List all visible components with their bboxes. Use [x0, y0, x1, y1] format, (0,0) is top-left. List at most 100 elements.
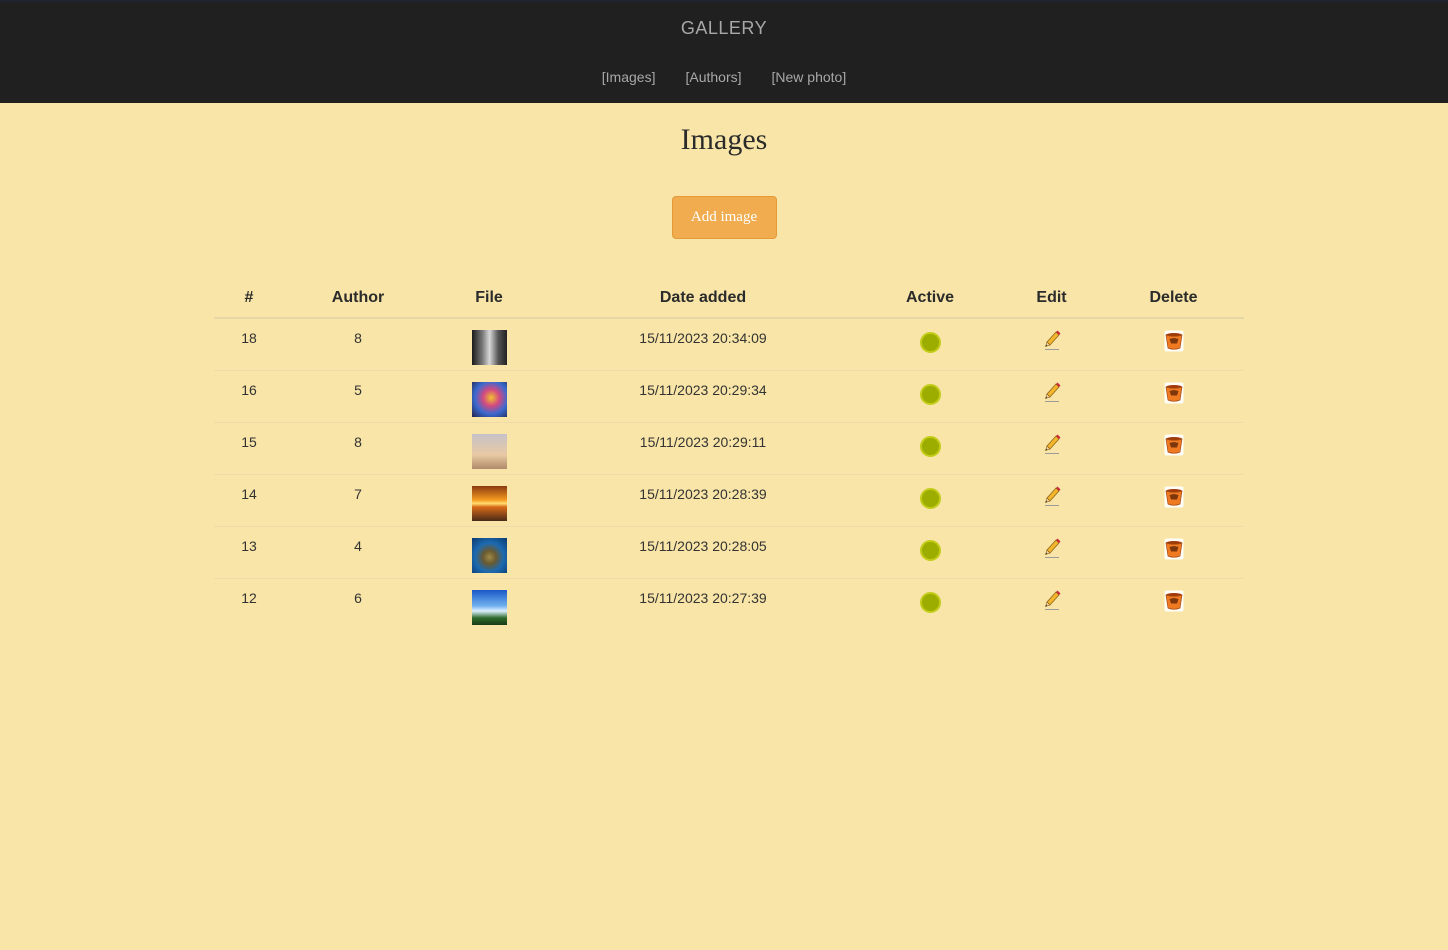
- table-row: 12 6 15/11/2023 20:27:39: [214, 578, 1244, 630]
- image-thumbnail[interactable]: [471, 537, 507, 573]
- pencil-icon: [1044, 382, 1060, 402]
- active-status-icon[interactable]: [919, 383, 941, 405]
- delete-button[interactable]: [1164, 590, 1184, 612]
- trash-icon: [1164, 330, 1183, 352]
- add-image-button[interactable]: Add image: [671, 196, 777, 239]
- cell-author: 4: [284, 526, 432, 579]
- pencil-icon: [1044, 434, 1060, 454]
- cell-author: 6: [354, 589, 362, 606]
- active-status-icon[interactable]: [919, 539, 941, 561]
- cell-author: 8: [284, 318, 432, 371]
- edit-button[interactable]: [1042, 434, 1062, 456]
- cell-date-added: 15/11/2023 20:28:39: [546, 474, 860, 527]
- cell-date-added: 15/11/2023 20:27:39: [639, 589, 767, 606]
- cell-file: [432, 526, 546, 579]
- nav-link-new-photo[interactable]: [New photo]: [772, 69, 847, 85]
- active-status-icon[interactable]: [919, 435, 941, 457]
- header-active: Active: [860, 278, 1000, 319]
- cell-edit: [1000, 318, 1103, 371]
- nav-link-authors[interactable]: [Authors]: [685, 69, 741, 85]
- active-status-icon[interactable]: [919, 591, 941, 613]
- cell-delete: [1103, 422, 1244, 475]
- nav-link-images[interactable]: [Images]: [602, 69, 656, 85]
- edit-button[interactable]: [1042, 382, 1062, 404]
- cell-author: 5: [284, 370, 432, 423]
- cell-file: [432, 422, 546, 475]
- active-status-icon[interactable]: [919, 487, 941, 509]
- header-edit: Edit: [1000, 278, 1103, 319]
- cell-active: [860, 578, 1000, 630]
- cell-edit: [1000, 526, 1103, 579]
- header-id: #: [214, 278, 284, 319]
- page-title: Images: [680, 123, 768, 156]
- cell-edit: [1000, 370, 1103, 423]
- trash-icon: [1164, 434, 1183, 455]
- cell-date-added: 15/11/2023 20:29:34: [546, 370, 860, 423]
- cell-date-added: 15/11/2023 20:29:11: [546, 422, 860, 475]
- cell-edit: [1000, 578, 1103, 630]
- image-thumbnail[interactable]: [471, 433, 507, 469]
- cell-author: 7: [284, 474, 432, 527]
- cell-delete: [1103, 578, 1244, 630]
- image-thumbnail[interactable]: [471, 589, 507, 625]
- header-file: File: [432, 278, 546, 319]
- table-row: 18 8 15/11/2023 20:34:09: [214, 318, 1244, 371]
- pencil-icon: [1044, 486, 1060, 506]
- table-row: 16 5 15/11/2023 20:29:34: [214, 370, 1244, 423]
- delete-button[interactable]: [1164, 538, 1184, 560]
- cell-id: 18: [214, 318, 284, 371]
- cell-delete: [1103, 474, 1244, 527]
- header-delete: Delete: [1103, 278, 1244, 319]
- pencil-icon: [1044, 590, 1060, 610]
- cell-active: [860, 370, 1000, 423]
- table-header-row: # Author File Date added Active Edit Del…: [214, 278, 1244, 319]
- cell-delete: [1103, 318, 1244, 371]
- delete-button[interactable]: [1164, 434, 1184, 456]
- cell-id: 12: [241, 589, 257, 606]
- top-navbar: GALLERY [Images] [Authors] [New photo]: [0, 0, 1448, 103]
- trash-icon: [1164, 486, 1183, 507]
- trash-icon: [1164, 538, 1183, 559]
- edit-button[interactable]: [1042, 538, 1062, 560]
- pencil-icon: [1044, 330, 1060, 350]
- cell-file: [432, 578, 546, 630]
- cell-edit: [1000, 474, 1103, 527]
- cell-id: 16: [214, 370, 284, 423]
- images-table: # Author File Date added Active Edit Del…: [214, 278, 1244, 630]
- edit-button[interactable]: [1042, 590, 1062, 612]
- image-thumbnail[interactable]: [471, 485, 507, 521]
- cell-active: [860, 526, 1000, 579]
- cell-delete: [1103, 526, 1244, 579]
- cell-date-added: 15/11/2023 20:34:09: [546, 318, 860, 371]
- trash-icon: [1164, 590, 1183, 611]
- cell-date-added: 15/11/2023 20:28:05: [546, 526, 860, 579]
- cell-id: 15: [214, 422, 284, 475]
- cell-active: [860, 422, 1000, 475]
- cell-author: 8: [284, 422, 432, 475]
- delete-button[interactable]: [1164, 382, 1184, 404]
- brand-title: GALLERY: [680, 18, 768, 38]
- cell-file: [432, 370, 546, 423]
- table-row: 13 4 15/11/2023 20:28:05: [214, 526, 1244, 579]
- cell-file: [432, 474, 546, 527]
- table-row: 14 7 15/11/2023 20:28:39: [214, 474, 1244, 527]
- cell-active: [860, 318, 1000, 371]
- image-thumbnail[interactable]: [471, 330, 507, 365]
- edit-button[interactable]: [1042, 330, 1062, 352]
- table-row: 15 8 15/11/2023 20:29:11: [214, 422, 1244, 475]
- cell-file: [432, 318, 546, 371]
- cell-delete: [1103, 370, 1244, 423]
- image-thumbnail[interactable]: [471, 381, 507, 417]
- pencil-icon: [1044, 538, 1060, 558]
- cell-id: 13: [214, 526, 284, 579]
- cell-active: [860, 474, 1000, 527]
- delete-button[interactable]: [1164, 486, 1184, 508]
- trash-icon: [1164, 382, 1183, 403]
- delete-button[interactable]: [1164, 330, 1184, 352]
- active-status-icon[interactable]: [919, 332, 941, 353]
- header-author: Author: [284, 278, 432, 319]
- cell-edit: [1000, 422, 1103, 475]
- header-date-added: Date added: [546, 278, 860, 319]
- edit-button[interactable]: [1042, 486, 1062, 508]
- cell-id: 14: [214, 474, 284, 527]
